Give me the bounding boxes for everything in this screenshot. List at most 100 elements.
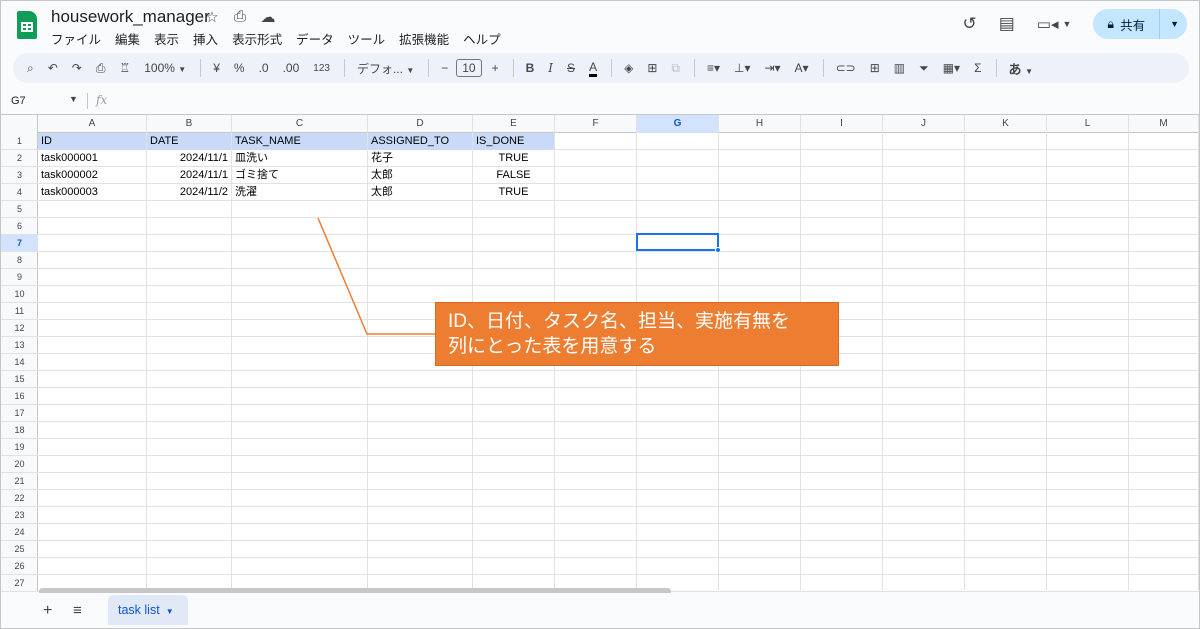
header-cell-assigned-to[interactable]: ASSIGNED_TO	[368, 133, 472, 150]
input-tools-button[interactable]: あ ▼	[1009, 59, 1034, 78]
insert-link-icon[interactable]: ⊂⊃	[836, 61, 856, 75]
bold-button[interactable]: B	[526, 61, 535, 75]
paint-format-icon[interactable]: ♖	[119, 61, 130, 75]
cell-task-name[interactable]: 皿洗い	[232, 150, 367, 167]
increase-font-size-button[interactable]: +	[492, 61, 499, 75]
row-header-23[interactable]: 23	[1, 507, 38, 524]
menu-view[interactable]: 表示	[154, 29, 185, 48]
name-box[interactable]: G7	[11, 95, 26, 107]
row-header-11[interactable]: 11	[1, 303, 38, 320]
row-header-16[interactable]: 16	[1, 388, 38, 405]
row-header-2[interactable]: 2	[1, 150, 38, 167]
row-header-24[interactable]: 24	[1, 524, 38, 541]
version-history-icon[interactable]: ↺	[962, 14, 976, 34]
row-header-10[interactable]: 10	[1, 286, 38, 303]
text-rotation-icon[interactable]: A▾	[795, 61, 809, 75]
row-header-18[interactable]: 18	[1, 422, 38, 439]
column-header-l[interactable]: L	[1047, 115, 1129, 133]
sheet-tab-dropdown-icon[interactable]: ▼	[166, 607, 174, 616]
header-cell-is-done[interactable]: IS_DONE	[473, 133, 554, 150]
italic-button[interactable]: I	[548, 61, 553, 75]
row-header-21[interactable]: 21	[1, 473, 38, 490]
cell-id[interactable]: task000003	[38, 184, 146, 201]
sheet-tab-task-list[interactable]: task list ▼	[108, 595, 188, 625]
cell-date[interactable]: 2024/11/1	[147, 150, 231, 167]
row-header-14[interactable]: 14	[1, 354, 38, 371]
menu-help[interactable]: ヘルプ	[463, 29, 507, 48]
cell-is-done[interactable]: TRUE	[473, 150, 554, 167]
vertical-align-icon[interactable]: ⊥▾	[734, 61, 750, 75]
column-header-f[interactable]: F	[555, 115, 637, 133]
selected-cell-outline[interactable]	[636, 233, 719, 251]
zoom-select[interactable]: 100% ▼	[144, 61, 186, 75]
column-header-k[interactable]: K	[965, 115, 1047, 133]
header-cell-id[interactable]: ID	[38, 133, 146, 150]
functions-button[interactable]: Σ	[974, 61, 981, 75]
row-header-13[interactable]: 13	[1, 337, 38, 354]
sheets-logo-icon[interactable]	[17, 11, 37, 39]
row-header-12[interactable]: 12	[1, 320, 38, 337]
currency-format-button[interactable]: ¥	[213, 61, 220, 75]
row-header-22[interactable]: 22	[1, 490, 38, 507]
menu-insert[interactable]: 挿入	[193, 29, 224, 48]
menu-file[interactable]: ファイル	[51, 29, 107, 48]
row-header-15[interactable]: 15	[1, 371, 38, 388]
share-button[interactable]: 🔒︎ 共有 ▼	[1093, 9, 1187, 39]
menu-format[interactable]: 表示形式	[232, 29, 288, 48]
cell-assigned-to[interactable]: 太郎	[368, 167, 472, 184]
column-header-b[interactable]: B	[147, 115, 232, 133]
column-header-a[interactable]: A	[38, 115, 147, 133]
cell-id[interactable]: task000002	[38, 167, 146, 184]
name-box-dropdown-icon[interactable]: ▼	[69, 94, 78, 104]
cell-assigned-to[interactable]: 花子	[368, 150, 472, 167]
row-header-6[interactable]: 6	[1, 218, 38, 235]
fill-color-icon[interactable]: ◈	[624, 61, 633, 75]
font-size-input[interactable]: 10	[456, 59, 482, 77]
row-header-26[interactable]: 26	[1, 558, 38, 575]
row-header-27[interactable]: 27	[1, 575, 38, 592]
cell-id[interactable]: task000001	[38, 150, 146, 167]
increase-decimal-button[interactable]: .00	[283, 61, 300, 75]
star-icon[interactable]: ☆	[203, 8, 221, 26]
comments-icon[interactable]: ▤	[999, 14, 1015, 34]
row-header-20[interactable]: 20	[1, 456, 38, 473]
borders-icon[interactable]: ⊞	[647, 61, 657, 75]
row-header-4[interactable]: 4	[1, 184, 38, 201]
insert-chart-icon[interactable]: ▥	[894, 61, 905, 75]
decrease-font-size-button[interactable]: −	[441, 61, 448, 75]
cell-date[interactable]: 2024/11/1	[147, 167, 231, 184]
cell-assigned-to[interactable]: 太郎	[368, 184, 472, 201]
header-cell-task-name[interactable]: TASK_NAME	[232, 133, 367, 150]
move-folder-icon[interactable]: ⎙	[231, 8, 249, 26]
cloud-status-icon[interactable]: ☁	[259, 8, 277, 26]
redo-icon[interactable]: ↷	[72, 61, 82, 75]
cell-task-name[interactable]: ゴミ捨て	[232, 167, 367, 184]
column-header-i[interactable]: I	[801, 115, 883, 133]
horizontal-align-icon[interactable]: ≡▾	[707, 61, 720, 75]
column-header-m[interactable]: M	[1129, 115, 1199, 133]
row-header-19[interactable]: 19	[1, 439, 38, 456]
column-header-j[interactable]: J	[883, 115, 965, 133]
search-menus-icon[interactable]: ⌕	[27, 61, 34, 76]
menu-tools[interactable]: ツール	[348, 29, 392, 48]
percent-format-button[interactable]: %	[234, 61, 245, 75]
document-title[interactable]: housework_manager	[51, 7, 210, 27]
font-select[interactable]: デフォ... ▼	[357, 60, 414, 77]
cell-task-name[interactable]: 洗濯	[232, 184, 367, 201]
text-color-button[interactable]: A	[589, 60, 598, 77]
cell-is-done[interactable]: TRUE	[473, 184, 554, 201]
menu-edit[interactable]: 編集	[115, 29, 146, 48]
filter-views-icon[interactable]: ▦▾	[943, 61, 960, 75]
print-icon[interactable]: ⎙	[96, 61, 106, 76]
select-all-corner[interactable]	[1, 115, 38, 133]
header-cell-date[interactable]: DATE	[147, 133, 231, 150]
row-header-17[interactable]: 17	[1, 405, 38, 422]
decrease-decimal-button[interactable]: .0	[259, 61, 269, 75]
row-header-25[interactable]: 25	[1, 541, 38, 558]
row-header-5[interactable]: 5	[1, 201, 38, 218]
text-wrapping-icon[interactable]: ⇥▾	[764, 61, 780, 75]
cell-date[interactable]: 2024/11/2	[147, 184, 231, 201]
share-dropdown-icon[interactable]: ▼	[1170, 19, 1179, 29]
undo-icon[interactable]: ↶	[48, 61, 58, 75]
column-header-g[interactable]: G	[637, 115, 719, 133]
